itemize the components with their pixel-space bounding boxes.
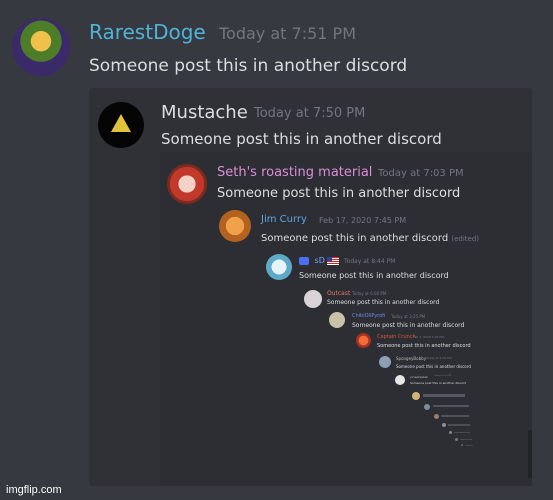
author-name-text: sD [314,256,325,265]
avatar[interactable] [395,375,405,385]
message-text: Someone post this in another discord [89,56,408,76]
timestamp: Today at 4:00 PM [426,356,452,360]
avatar[interactable] [266,254,292,280]
nested-messages-continuation [412,392,508,462]
author-name[interactable]: Captain Crunch [377,334,416,340]
avatar[interactable] [304,290,322,308]
timestamp: Today at 8:44 PM [344,258,396,265]
avatar [449,431,452,434]
author-name[interactable]: sD [299,256,340,265]
message-text [465,445,473,446]
scrollbar[interactable] [528,430,532,478]
message-text: Someone post this in another discord [352,322,465,329]
avatar [461,444,463,446]
us-flag-icon [327,256,340,265]
author-name[interactable]: SpongeyBobby [396,356,426,361]
timestamp: Today at 1:00 PM [434,375,452,377]
timestamp: Today at 7:51 PM [219,24,356,43]
avatar [412,392,420,400]
message-text [433,405,469,407]
message-text [460,439,472,440]
watermark: imgflip.com [6,484,62,496]
avatar [424,404,430,410]
message-text: Someone post this in another discord [217,186,461,201]
timestamp: Today at 7:03 PM [378,168,464,179]
edited-label: (edited) [451,235,480,243]
author-name[interactable]: Seth's roasting material [217,165,372,180]
author-name[interactable]: ChibiOliPyroh [352,313,385,319]
timestamp: Feb 17, 2020 7:45 PM [319,216,407,225]
avatar[interactable] [12,18,70,76]
message-text: Someone post this in another discord [327,299,440,306]
message-text: Someone post this in another discord (ed… [261,233,479,244]
triforce-icon [111,114,131,132]
avatar[interactable] [329,312,345,328]
message-text: Someone post this in another discord [299,271,449,280]
timestamp: Today at 3:25 PM [391,314,426,319]
timestamp: Today at 6:00 PM [352,291,387,296]
author-name[interactable]: joneskasket [410,375,428,379]
avatar[interactable] [98,102,144,148]
message-text: Someone post this in another discord [161,130,442,148]
avatar [442,423,446,427]
avatar[interactable] [167,164,207,204]
message-text [441,415,469,417]
avatar [455,438,458,441]
avatar [434,414,439,419]
avatar[interactable] [219,210,251,242]
message-text: Someone post this in another discord [377,343,471,349]
message-text [448,424,470,426]
message-text [454,432,470,433]
avatar[interactable] [379,356,391,368]
avatar[interactable] [356,333,371,348]
bot-badge-icon [299,256,309,265]
author-name[interactable]: RarestDoge [89,20,206,44]
author-name[interactable]: Outcast [327,290,350,297]
message-text: Someone post this in another discord [410,381,467,385]
author-name[interactable]: Jim Curry [261,214,307,225]
message-text [423,394,465,397]
message-text-content: Someone post this in another discord [261,233,449,244]
timestamp: Feb 7, 2020 5:26 PM [413,335,444,339]
timestamp: Today at 7:50 PM [254,106,366,121]
author-name[interactable]: Mustache [161,102,248,123]
message-text: Someone post this in another discord [396,364,471,369]
